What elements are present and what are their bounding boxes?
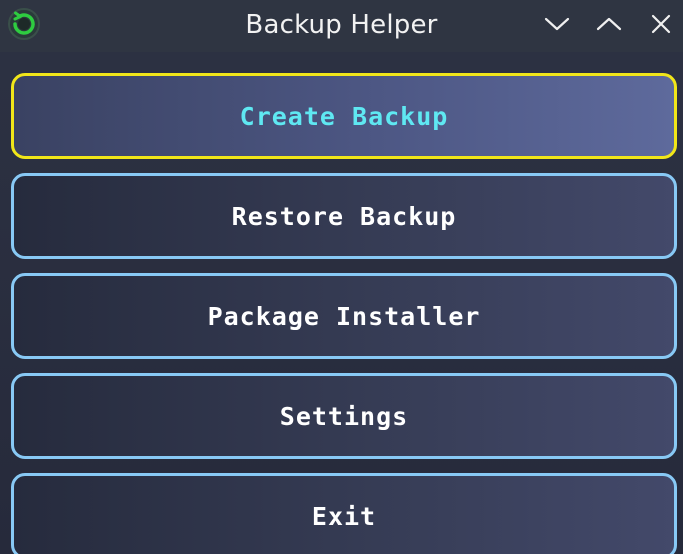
close-button[interactable] <box>644 8 678 40</box>
window-title: Backup Helper <box>245 10 438 40</box>
package-installer-button[interactable]: Package Installer <box>11 273 677 359</box>
restore-backup-label: Restore Backup <box>231 201 457 231</box>
refresh-circle-icon <box>6 6 42 42</box>
exit-button[interactable]: Exit <box>11 473 677 554</box>
minimize-button[interactable] <box>540 8 574 40</box>
settings-label: Settings <box>279 401 409 431</box>
close-icon <box>651 14 671 34</box>
chevron-down-icon <box>544 17 570 31</box>
main-menu: Create Backup Restore Backup Package Ins… <box>11 73 677 554</box>
maximize-button[interactable] <box>592 8 626 40</box>
create-backup-label: Create Backup <box>239 101 449 131</box>
chevron-up-icon <box>596 17 622 31</box>
restore-backup-button[interactable]: Restore Backup <box>11 173 677 259</box>
title-bar[interactable]: Backup Helper <box>0 0 683 52</box>
settings-button[interactable]: Settings <box>11 373 677 459</box>
package-installer-label: Package Installer <box>207 301 481 331</box>
app-window: Backup Helper Create Backup Restore Back… <box>0 0 683 554</box>
exit-label: Exit <box>311 501 377 531</box>
create-backup-button[interactable]: Create Backup <box>11 73 677 159</box>
